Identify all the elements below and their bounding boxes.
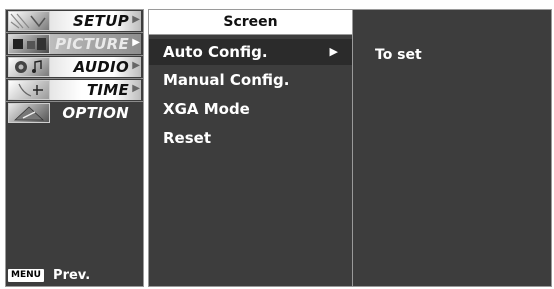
menu-item-option[interactable]: OPTION bbox=[6, 102, 143, 125]
setup-thumbnail-icon bbox=[8, 11, 50, 31]
submenu-indicator-icon: ▶ bbox=[132, 37, 140, 48]
prev-label: Prev. bbox=[53, 267, 91, 283]
menu-label-option: OPTION bbox=[62, 104, 129, 122]
menu-key-icon: MENU bbox=[8, 269, 44, 282]
option-thumbnail-icon bbox=[8, 103, 50, 123]
prev-hint[interactable]: MENU Prev. bbox=[8, 267, 90, 283]
menu-label-setup: SETUP bbox=[73, 12, 129, 30]
menu-label-time: TIME bbox=[86, 81, 129, 99]
menu-item-audio[interactable]: AUDIO ▶ bbox=[6, 56, 143, 79]
option-label: XGA Mode bbox=[163, 100, 250, 118]
submenu-indicator-icon: ▶ bbox=[132, 60, 140, 71]
osd-screen: SETUP ▶ PICTURE ▶ AUDIO ▶ TIME ▶ OPTION … bbox=[0, 0, 554, 289]
option-auto-config[interactable]: Auto Config. ▶ bbox=[149, 39, 352, 65]
play-arrow-icon: ▶ bbox=[329, 45, 338, 58]
main-menu-panel: SETUP ▶ PICTURE ▶ AUDIO ▶ TIME ▶ OPTION … bbox=[5, 9, 144, 287]
audio-thumbnail-icon bbox=[8, 57, 50, 77]
menu-label-audio: AUDIO bbox=[73, 58, 129, 76]
option-reset[interactable]: Reset bbox=[149, 125, 352, 151]
menu-item-setup[interactable]: SETUP ▶ bbox=[6, 10, 143, 33]
detail-to-set-text[interactable]: To set bbox=[375, 47, 422, 63]
submenu-panel: Screen Auto Config. ▶ Manual Config. XGA… bbox=[148, 9, 353, 287]
menu-item-time[interactable]: TIME ▶ bbox=[6, 79, 143, 102]
option-label: Auto Config. bbox=[163, 43, 268, 61]
menu-label-picture: PICTURE bbox=[55, 35, 129, 53]
menu-item-picture[interactable]: PICTURE ▶ bbox=[6, 33, 143, 56]
option-label: Manual Config. bbox=[163, 71, 290, 89]
option-xga-mode[interactable]: XGA Mode bbox=[149, 96, 352, 122]
option-label: Reset bbox=[163, 129, 211, 147]
picture-thumbnail-icon bbox=[8, 34, 50, 54]
submenu-indicator-icon: ▶ bbox=[132, 83, 140, 94]
detail-panel: To set bbox=[353, 9, 552, 287]
option-manual-config[interactable]: Manual Config. bbox=[149, 67, 352, 93]
submenu-indicator-icon: ▶ bbox=[132, 14, 140, 25]
time-thumbnail-icon bbox=[8, 80, 50, 100]
submenu-title: Screen bbox=[149, 10, 352, 35]
